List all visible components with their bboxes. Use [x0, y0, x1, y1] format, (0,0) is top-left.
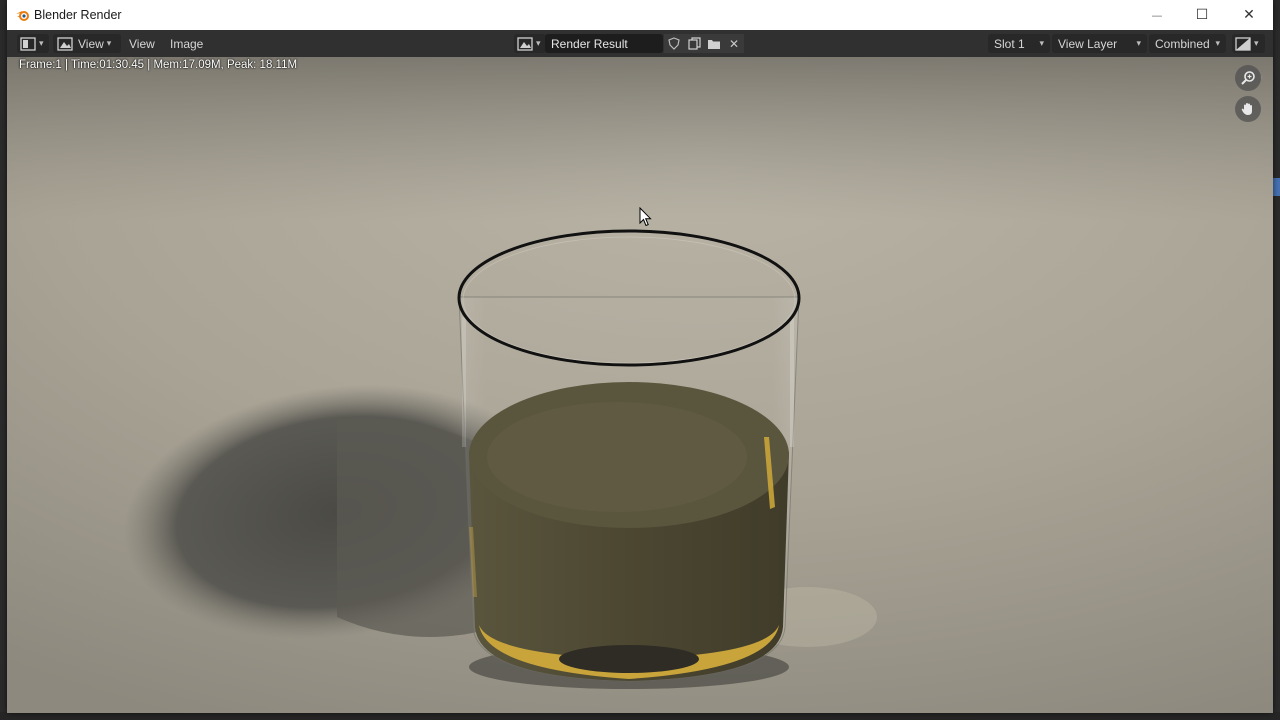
render-viewport[interactable]: Frame:1 | Time:01:30.45 | Mem:17.09M, Pe…: [7, 57, 1273, 713]
open-image-button[interactable]: [704, 34, 724, 53]
render-info-text: Frame:1 | Time:01:30.45 | Mem:17.09M, Pe…: [19, 59, 298, 71]
image-editor-header: ▾ View ▾ View Image ▾ Render Result ✕ Sl…: [7, 30, 1273, 57]
glass-base-dark: [559, 645, 699, 673]
close-icon: ✕: [728, 36, 740, 51]
unlink-image-button[interactable]: ✕: [724, 34, 744, 53]
window-title: Blender Render: [34, 8, 122, 22]
minimize-icon: —: [1151, 8, 1163, 22]
chevron-down-icon: ▾: [39, 38, 44, 48]
sidebar-toggle-icon[interactable]: ‹: [1260, 73, 1264, 83]
display-channels-dropdown[interactable]: ▾: [1232, 34, 1265, 53]
background-status-bar: [0, 712, 1280, 720]
display-channels-icon: [1235, 36, 1251, 51]
fake-user-button[interactable]: [664, 34, 684, 53]
duplicate-icon: [687, 37, 701, 50]
view-layer-dropdown[interactable]: View Layer ▾: [1052, 34, 1147, 53]
liquid-surface-shade: [487, 402, 747, 512]
close-button[interactable]: ✕: [1226, 0, 1272, 30]
pass-dropdown[interactable]: Combined ▾: [1149, 34, 1226, 53]
pass-value: Combined: [1155, 36, 1210, 51]
title-bar: Blender Render — ☐ ✕: [7, 0, 1273, 30]
zoom-button[interactable]: [1235, 65, 1261, 91]
hand-icon: [1241, 103, 1252, 115]
maximize-button[interactable]: ☐: [1179, 0, 1225, 30]
image-name-field[interactable]: Render Result: [545, 34, 663, 53]
chevron-down-icon: ▾: [1215, 38, 1220, 48]
view-layer-value: View Layer: [1058, 36, 1118, 51]
menu-image-label: Image: [170, 36, 204, 51]
menu-view-label: View: [129, 36, 155, 51]
view-mode-dropdown[interactable]: View ▾: [53, 34, 121, 53]
folder-icon: [708, 39, 720, 49]
chevron-down-icon: ▾: [1254, 38, 1259, 48]
render-result-image: [7, 57, 1273, 713]
background-right-panel: [1272, 0, 1280, 720]
menu-image[interactable]: Image: [170, 34, 203, 53]
image-browse-icon: [517, 36, 533, 51]
browse-image-button[interactable]: ▾: [514, 34, 546, 53]
chevron-down-icon: ▾: [1039, 38, 1044, 48]
view-mode-label: View: [78, 36, 104, 51]
new-image-button[interactable]: [684, 34, 704, 53]
maximize-icon: ☐: [1195, 7, 1209, 23]
image-name-value: Render Result: [551, 36, 628, 51]
image-editor-icon: [20, 36, 36, 51]
shield-icon: [668, 37, 680, 50]
glass-reflection-right: [790, 317, 794, 447]
close-icon: ✕: [1243, 7, 1255, 23]
zoom-icon: [1241, 71, 1255, 85]
chevron-down-icon: ▾: [536, 38, 541, 48]
slot-value: Slot 1: [994, 36, 1025, 51]
blender-logo-icon: [16, 11, 29, 21]
minimize-button[interactable]: —: [1134, 0, 1180, 30]
slot-dropdown[interactable]: Slot 1 ▾: [988, 34, 1050, 53]
chevron-down-icon: ▾: [1136, 38, 1141, 48]
mouse-cursor-icon: [639, 207, 652, 227]
render-window: Blender Render — ☐ ✕ ▾ View ▾ View Image: [7, 0, 1273, 713]
pan-button[interactable]: [1235, 96, 1261, 122]
chevron-down-icon: ▾: [106, 38, 112, 48]
glass-reflection-left: [462, 317, 466, 447]
menu-view[interactable]: View: [129, 34, 155, 53]
background-selection-highlight: [1272, 178, 1280, 196]
editor-type-button[interactable]: ▾: [17, 34, 49, 53]
image-icon: [57, 36, 73, 51]
